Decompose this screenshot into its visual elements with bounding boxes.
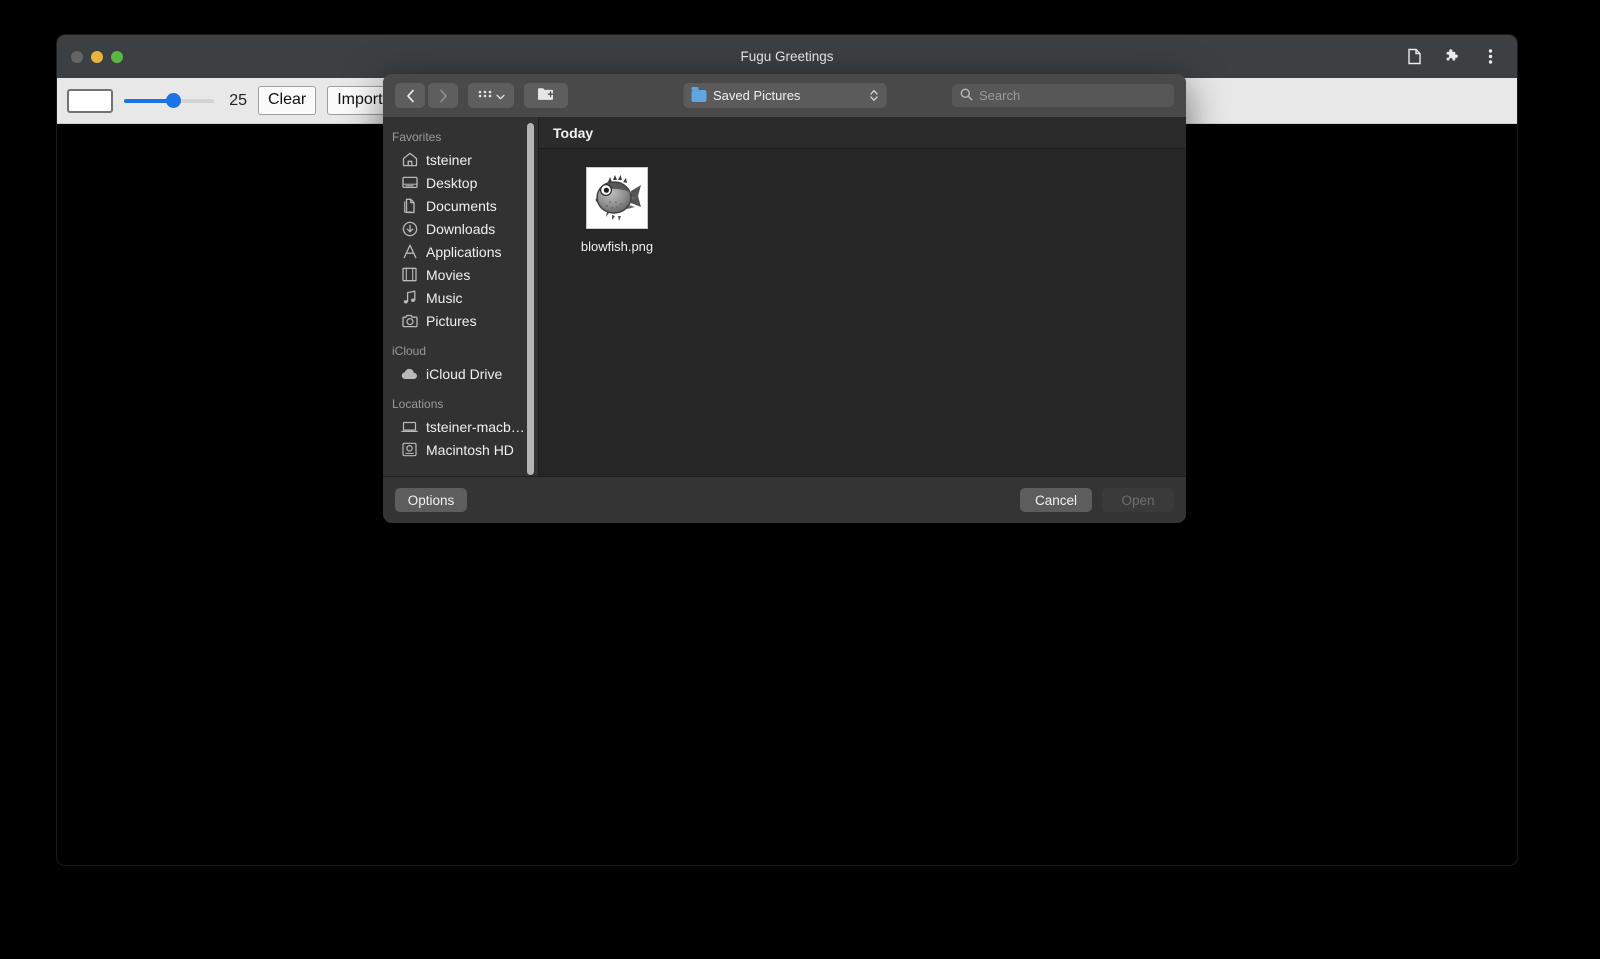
maximize-window-button[interactable]: [111, 50, 123, 63]
documents-icon: [401, 197, 418, 214]
search-input[interactable]: Search: [952, 84, 1174, 107]
open-button[interactable]: Open: [1102, 488, 1174, 512]
sidebar-item-label: Macintosh HD: [426, 441, 514, 458]
sidebar-item-label: Pictures: [426, 312, 477, 329]
dialog-toolbar: Saved Pictures Search: [383, 74, 1186, 117]
sidebar-item-movies[interactable]: Movies: [383, 263, 538, 286]
slider-fill: [124, 98, 171, 103]
page-title: Fugu Greetings: [740, 49, 834, 64]
grid-icon: [478, 88, 492, 103]
sidebar-item-label: tsteiner-macb…: [426, 418, 525, 435]
options-button[interactable]: Options: [395, 488, 467, 512]
sidebar-section-header-icloud: iCloud: [392, 344, 427, 358]
list-item[interactable]: blowfish.png: [567, 167, 667, 254]
footer-actions: Cancel Open: [1020, 488, 1174, 512]
file-name-label: blowfish.png: [580, 239, 654, 254]
line-width-slider[interactable]: [124, 90, 214, 112]
downloads-icon: [401, 220, 418, 237]
music-icon: [401, 289, 418, 306]
home-icon: [401, 151, 418, 168]
sidebar-item-pictures[interactable]: Pictures: [383, 309, 538, 332]
file-grid: blowfish.png: [539, 149, 1186, 476]
search-placeholder: Search: [979, 88, 1021, 103]
color-picker-input[interactable]: [67, 88, 113, 113]
stepper-icon: [869, 89, 878, 102]
forward-button[interactable]: [428, 83, 458, 108]
close-window-button[interactable]: [71, 50, 83, 63]
search-icon: [960, 88, 973, 104]
sidebar-scrollbar[interactable]: [527, 123, 534, 475]
minimize-window-button[interactable]: [91, 50, 103, 63]
sidebar-item-documents[interactable]: Documents: [383, 194, 538, 217]
sidebar-item-label: iCloud Drive: [426, 365, 503, 382]
clear-button[interactable]: Clear: [258, 86, 317, 115]
pictures-icon: [401, 312, 418, 329]
dialog-sidebar: Favorites tsteiner Desktop Documents Dow…: [383, 117, 538, 476]
file-picker-dialog: Saved Pictures Search Favorites tsteiner…: [383, 74, 1186, 523]
sidebar-item-music[interactable]: Music: [383, 286, 538, 309]
line-width-value: 25: [229, 91, 247, 109]
puzzle-icon[interactable]: [1441, 46, 1463, 68]
cloud-icon: [401, 365, 418, 382]
laptop-icon: [401, 418, 418, 435]
back-button[interactable]: [395, 83, 425, 108]
view-mode-button[interactable]: [468, 83, 514, 108]
dialog-body: Favorites tsteiner Desktop Documents Dow…: [383, 117, 1186, 476]
kebab-menu-icon[interactable]: [1479, 46, 1501, 68]
sidebar-item-label: Downloads: [426, 220, 496, 237]
sidebar-item-label: Documents: [426, 197, 497, 214]
applications-icon: [401, 243, 418, 260]
sidebar-item-label: Movies: [426, 266, 471, 283]
new-folder-button[interactable]: [524, 83, 568, 108]
sidebar-item-icloud-drive[interactable]: iCloud Drive: [383, 362, 538, 385]
harddisk-icon: [401, 441, 418, 458]
sidebar-item-applications[interactable]: Applications: [383, 240, 538, 263]
new-folder-icon: [537, 87, 555, 104]
slider-thumb[interactable]: [166, 93, 182, 108]
sidebar-item-tsteiner[interactable]: tsteiner: [383, 148, 538, 171]
file-group-header: Today: [539, 117, 1186, 149]
blowfish-thumbnail: [586, 167, 648, 229]
chevron-down-icon: [495, 88, 505, 103]
title-bar: Fugu Greetings: [57, 35, 1517, 78]
file-list-pane: Today blowfish.png: [538, 117, 1186, 476]
path-popup-button[interactable]: Saved Pictures: [683, 83, 886, 108]
titlebar-actions: [1403, 35, 1509, 78]
sidebar-item-label: Applications: [426, 243, 502, 260]
sidebar-item-downloads[interactable]: Downloads: [383, 217, 538, 240]
navigation-buttons: [395, 83, 458, 108]
sidebar-section-header-favorites: Favorites: [392, 130, 442, 144]
sidebar-section-header-locations: Locations: [392, 397, 444, 411]
path-label: Saved Pictures: [713, 88, 801, 103]
desktop-icon: [401, 174, 418, 191]
sidebar-item-label: tsteiner: [426, 151, 472, 168]
sidebar-item-macintosh-hd[interactable]: Macintosh HD: [383, 438, 538, 461]
sidebar-item-desktop[interactable]: Desktop: [383, 171, 538, 194]
movies-icon: [401, 266, 418, 283]
traffic-lights: [57, 50, 123, 63]
sidebar-item-tsteiner-macbook[interactable]: tsteiner-macb…: [383, 415, 538, 438]
folder-icon: [691, 86, 706, 102]
sidebar-item-label: Desktop: [426, 174, 478, 191]
sidebar-item-label: Music: [426, 289, 463, 306]
cancel-button[interactable]: Cancel: [1020, 488, 1092, 512]
dialog-footer: Options Cancel Open: [383, 476, 1186, 523]
page-icon[interactable]: [1403, 46, 1425, 68]
